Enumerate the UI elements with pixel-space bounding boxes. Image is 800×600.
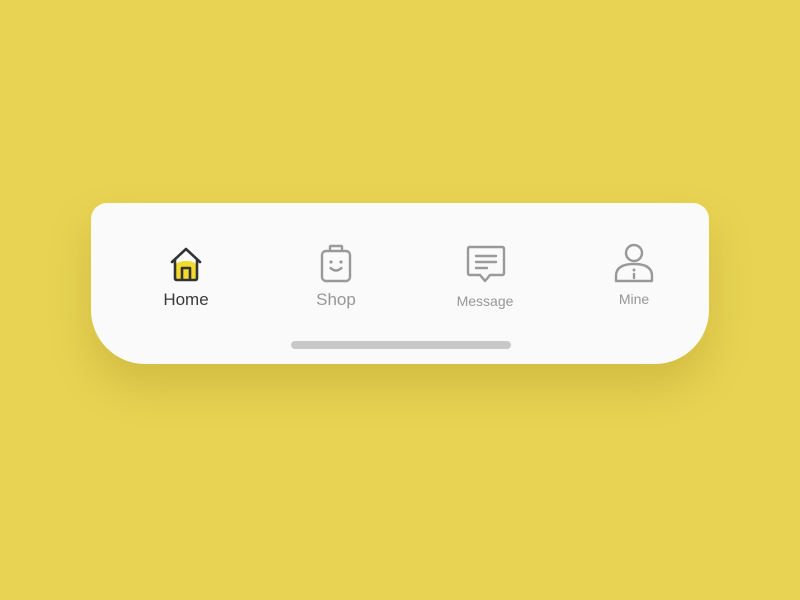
chat-bubble-icon: [462, 241, 508, 287]
person-icon: [611, 241, 657, 287]
tab-shop[interactable]: Shop: [281, 241, 391, 313]
tab-message[interactable]: Message: [430, 241, 540, 313]
bottom-tab-bar: Home Shop Message Mine: [91, 203, 709, 364]
tab-mine-label: Mine: [618, 291, 650, 307]
shopping-bag-icon: [313, 241, 359, 287]
tab-mine[interactable]: Mine: [579, 241, 689, 313]
tab-message-label: Message: [456, 293, 514, 309]
tab-shop-label: Shop: [316, 290, 356, 309]
tab-home-label: Home: [163, 290, 209, 309]
house-icon: [163, 241, 209, 287]
tab-home[interactable]: Home: [131, 241, 241, 313]
home-indicator: [291, 341, 511, 349]
